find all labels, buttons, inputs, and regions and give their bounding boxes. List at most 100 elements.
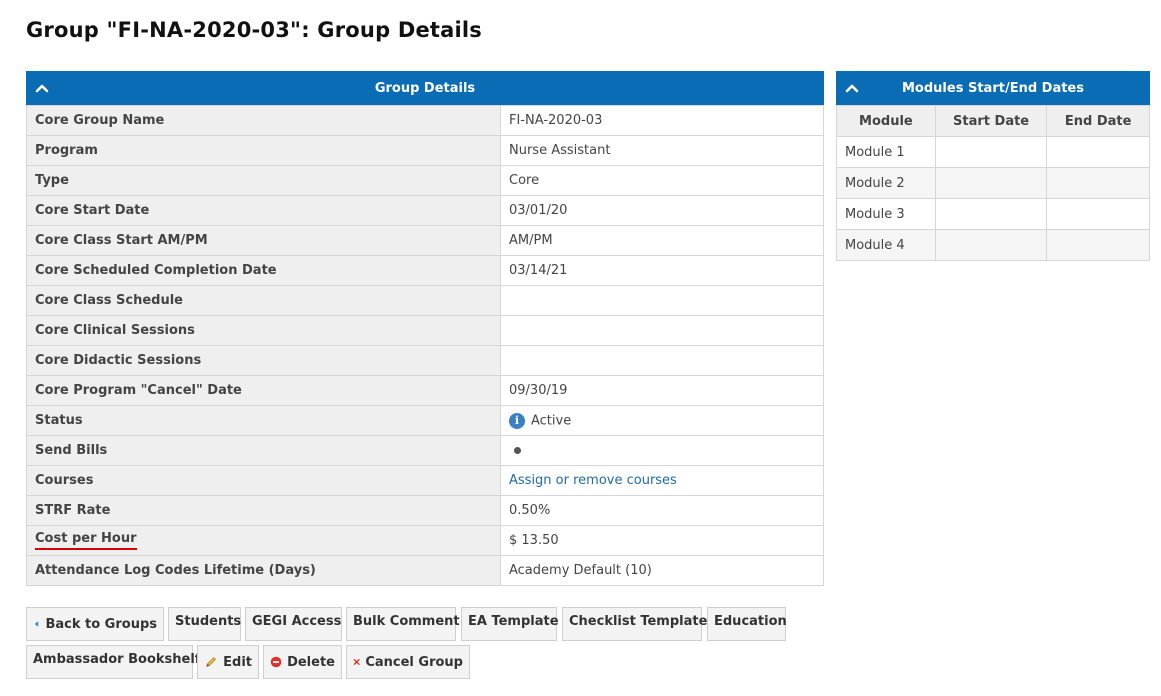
row-value: 03/01/20	[500, 195, 824, 226]
cancel-group-label: Cancel Group	[365, 654, 463, 670]
module-name: Module 2	[836, 167, 936, 199]
table-row: Cost per Hour $ 13.50	[26, 525, 824, 556]
row-value	[500, 315, 824, 346]
courses-cell: Assign or remove courses	[500, 465, 824, 496]
modules-table: Module Start Date End Date Module 1 Modu…	[836, 105, 1150, 261]
edit-label: Edit	[223, 654, 252, 670]
table-row: Attendance Log Codes Lifetime (Days) Acad…	[26, 555, 824, 586]
ambassador-bookshelf-button[interactable]: Ambassador Bookshelf	[26, 645, 200, 679]
row-value: FI-NA-2020-03	[500, 105, 824, 136]
delete-button[interactable]: Delete	[263, 645, 342, 679]
module-end-date	[1046, 198, 1150, 230]
group-details-header: Group Details	[26, 71, 824, 105]
column-header-start-date: Start Date	[934, 105, 1048, 137]
ambassador-bookshelf-label: Ambassador Bookshelf	[33, 652, 201, 667]
group-details-table: Core Group Name FI-NA-2020-03 Program Nurs…	[26, 105, 824, 586]
table-row: Program Nurse Assistant	[26, 135, 824, 166]
row-label: STRF Rate	[26, 495, 501, 526]
table-row: Core Class Start AM/PM AM/PM	[26, 225, 824, 256]
table-row: Core Group Name FI-NA-2020-03	[26, 105, 824, 136]
column-header-module: Module	[836, 105, 936, 137]
cost-per-hour-label-cell: Cost per Hour	[26, 525, 501, 556]
table-row: Module 3	[836, 198, 1150, 230]
chevron-up-icon[interactable]	[844, 80, 860, 96]
table-row: Module 1	[836, 136, 1150, 168]
table-row: Status i Active	[26, 405, 824, 436]
module-start-date	[934, 167, 1048, 199]
table-row: Core Start Date 03/01/20	[26, 195, 824, 226]
row-value: $ 13.50	[500, 525, 824, 556]
row-value	[500, 285, 824, 316]
status-cell: i Active	[500, 405, 824, 436]
row-label: Core Group Name	[26, 105, 501, 136]
row-label: Core Program "Cancel" Date	[26, 375, 501, 406]
table-row: Core Clinical Sessions	[26, 315, 824, 346]
back-to-groups-label: Back to Groups	[45, 616, 157, 632]
back-to-groups-button[interactable]: Back to Groups	[26, 607, 164, 641]
bulk-comment-label: Bulk Comment	[353, 614, 460, 629]
bullet-dot-icon	[514, 447, 521, 454]
group-details-panel: Group Details Core Group Name FI-NA-2020-…	[26, 71, 824, 586]
row-label: Core Clinical Sessions	[26, 315, 501, 346]
modules-panel: Modules Start/End Dates Module Start Dat…	[836, 71, 1150, 261]
row-label: Core Start Date	[26, 195, 501, 226]
modules-title: Modules Start/End Dates	[902, 80, 1084, 96]
checklist-template-button[interactable]: Checklist Template	[562, 607, 707, 641]
group-details-title: Group Details	[374, 80, 476, 96]
education-label: Education	[714, 614, 787, 629]
gegi-access-label: GEGI Access	[252, 614, 342, 629]
row-label: Type	[26, 165, 501, 196]
table-row: STRF Rate 0.50%	[26, 495, 824, 526]
module-end-date	[1046, 229, 1150, 261]
pencil-icon	[206, 657, 216, 667]
bulk-comment-button[interactable]: Bulk Comment	[346, 607, 460, 641]
gegi-access-button[interactable]: GEGI Access	[245, 607, 342, 641]
row-label: Status	[26, 405, 501, 436]
table-row: Module 4	[836, 229, 1150, 261]
row-value	[500, 345, 824, 376]
row-label: Core Class Schedule	[26, 285, 501, 316]
send-bills-cell	[500, 435, 824, 466]
table-row: Core Scheduled Completion Date 03/14/21	[26, 255, 824, 286]
table-row: Core Class Schedule	[26, 285, 824, 316]
row-label: Core Scheduled Completion Date	[26, 255, 501, 286]
row-label: Courses	[26, 465, 501, 496]
row-label: Send Bills	[26, 435, 501, 466]
table-header-row: Module Start Date End Date	[836, 105, 1150, 137]
chevron-up-icon[interactable]	[34, 80, 50, 96]
module-start-date	[934, 136, 1048, 168]
close-icon	[353, 659, 360, 665]
ea-template-button[interactable]: EA Template	[461, 607, 559, 641]
cost-per-hour-label: Cost per Hour	[35, 531, 137, 550]
row-label: Core Didactic Sessions	[26, 345, 501, 376]
row-label: Program	[26, 135, 501, 166]
row-value: Core	[500, 165, 824, 196]
module-name: Module 4	[836, 229, 936, 261]
module-name: Module 3	[836, 198, 936, 230]
module-name: Module 1	[836, 136, 936, 168]
table-row: Courses Assign or remove courses	[26, 465, 824, 496]
assign-courses-link[interactable]: Assign or remove courses	[509, 473, 677, 488]
row-value: Nurse Assistant	[500, 135, 824, 166]
edit-button[interactable]: Edit	[197, 645, 259, 679]
row-value: Academy Default (10)	[500, 555, 824, 586]
students-button[interactable]: Students	[168, 607, 241, 641]
cancel-group-button[interactable]: Cancel Group	[346, 645, 470, 679]
modules-header: Modules Start/End Dates	[836, 71, 1150, 105]
students-label: Students	[175, 614, 242, 629]
row-value: 0.50%	[500, 495, 824, 526]
page-title: Group "FI-NA-2020-03": Group Details	[26, 18, 483, 42]
table-row: Send Bills	[26, 435, 824, 466]
minus-circle-icon	[270, 656, 282, 668]
row-value: 09/30/19	[500, 375, 824, 406]
info-icon: i	[509, 412, 525, 429]
table-row: Module 2	[836, 167, 1150, 199]
row-label: Core Class Start AM/PM	[26, 225, 501, 256]
education-button[interactable]: Education	[707, 607, 787, 641]
row-value: AM/PM	[500, 225, 824, 256]
table-row: Core Program "Cancel" Date 09/30/19	[26, 375, 824, 406]
module-end-date	[1046, 167, 1150, 199]
ea-template-label: EA Template	[468, 614, 559, 629]
module-start-date	[934, 229, 1048, 261]
table-row: Core Didactic Sessions	[26, 345, 824, 376]
